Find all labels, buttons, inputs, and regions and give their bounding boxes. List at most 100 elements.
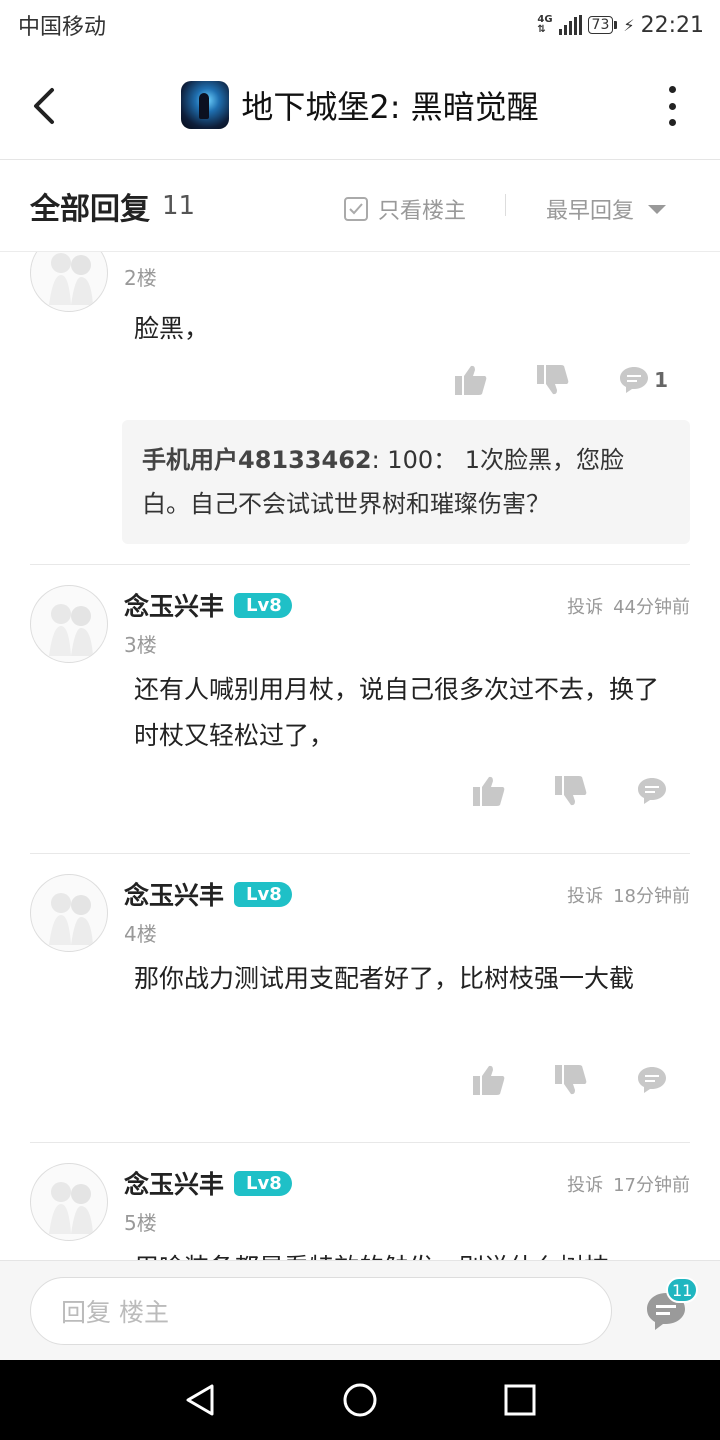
status-icons: 4G ⇅ 73 ⚡ 22:21: [537, 13, 704, 38]
username[interactable]: 念玉兴丰: [124, 587, 224, 623]
reply-actions: [424, 1064, 668, 1096]
status-bar: 中国移动 4G ⇅ 73 ⚡ 22:21: [0, 0, 720, 50]
charging-icon: ⚡: [623, 15, 635, 35]
comment-count-badge: 11: [666, 1277, 699, 1303]
reply-item: 念玉兴丰 Lv8 投诉 44分钟前 3楼 还有人喊别用月杖，说自己很多次过不去，…: [0, 585, 720, 845]
thumbs-down-icon: [555, 776, 587, 806]
level-badge: Lv8: [234, 881, 292, 907]
thumbs-down-icon: [555, 1065, 587, 1095]
floor-label: 5楼: [124, 1211, 157, 1235]
comment-bubble-icon: [620, 367, 649, 393]
reply-divider: [30, 564, 690, 565]
back-arrow-icon: [34, 88, 54, 124]
reply-divider: [30, 1142, 690, 1143]
more-dot-icon: [668, 102, 676, 110]
report-button[interactable]: 投诉: [567, 593, 603, 619]
sort-dropdown[interactable]: 最早回复: [546, 193, 667, 225]
carrier-label: 中国移动: [18, 15, 107, 40]
only-owner-toggle[interactable]: 只看楼主: [344, 193, 466, 225]
like-button[interactable]: [472, 775, 506, 807]
checkbox-icon: [344, 197, 368, 221]
sort-label: 最早回复: [546, 199, 635, 224]
header-divider: [505, 194, 506, 216]
reply-input[interactable]: 回复 楼主: [30, 1277, 612, 1345]
floor-label: 3楼: [124, 633, 157, 657]
reply-list[interactable]: 2楼 脸黑， 1 手机用户48133462: 100： 1次脸黑，您脸白。自己不…: [0, 252, 720, 1260]
avatar[interactable]: [30, 585, 108, 663]
dislike-button[interactable]: [554, 775, 588, 807]
sub-reply-user[interactable]: 手机用户48133462: [142, 446, 372, 474]
report-button[interactable]: 投诉: [567, 1171, 603, 1197]
user-info: 念玉兴丰 Lv8: [124, 876, 292, 912]
more-dot-icon: [668, 119, 676, 126]
network-type-icon: 4G ⇅: [537, 14, 553, 35]
reply-actions: 1: [406, 364, 668, 396]
username[interactable]: 念玉兴丰: [124, 1165, 224, 1201]
avatar-image-icon: [49, 253, 93, 305]
reply-item: 2楼 脸黑， 1 手机用户48133462: 100： 1次脸黑，您脸白。自己不…: [0, 252, 720, 572]
username[interactable]: 念玉兴丰: [124, 876, 224, 912]
all-replies-title: 全部回复: [30, 191, 150, 227]
more-dot-icon: [668, 86, 676, 93]
comment-bubble-icon: [638, 778, 666, 804]
reply-time: 18分钟前: [613, 886, 690, 907]
home-nav-icon[interactable]: [343, 1383, 377, 1417]
reply-meta: 投诉 17分钟前: [567, 1171, 690, 1197]
reply-item: 念玉兴丰 Lv8 投诉 17分钟前 5楼 用啥装备都是看特效的触发，别说什么树枝: [0, 1163, 720, 1260]
like-button[interactable]: [454, 364, 488, 396]
clock: 22:21: [640, 12, 704, 38]
avatar[interactable]: [30, 874, 108, 952]
avatar-image-icon: [49, 893, 93, 945]
back-nav-icon[interactable]: [186, 1384, 214, 1416]
comment-button[interactable]: [636, 776, 668, 806]
user-info: 念玉兴丰 Lv8: [124, 1165, 292, 1201]
reply-header: 全部回复 11 只看楼主 最早回复: [0, 160, 720, 252]
reply-time: 17分钟前: [613, 1175, 690, 1196]
thumbs-up-icon: [473, 1065, 505, 1095]
avatar[interactable]: [30, 252, 108, 312]
reply-meta: 投诉 44分钟前: [567, 593, 690, 619]
report-button[interactable]: 投诉: [567, 882, 603, 908]
battery-level: 73: [587, 16, 614, 34]
floor-label: 2楼: [124, 266, 157, 290]
recents-nav-icon[interactable]: [504, 1384, 536, 1416]
reply-text: 那你战力测试用支配者好了，比树枝强一大截: [134, 964, 635, 993]
reply-count: 11: [162, 190, 196, 221]
reply-text: 用啥装备都是看特效的触发，别说什么树枝: [134, 1245, 674, 1260]
reply-bar: 回复 楼主 11: [0, 1260, 720, 1360]
battery-icon: 73: [587, 16, 618, 34]
reply-meta: 投诉 18分钟前: [567, 882, 690, 908]
comment-bubble-icon: [638, 1067, 666, 1093]
back-button[interactable]: [28, 86, 64, 126]
thumbs-down-icon: [537, 365, 569, 395]
reply-text: 脸黑，: [134, 314, 210, 343]
caret-down-icon: [648, 204, 667, 214]
comment-count: 1: [654, 368, 668, 392]
signal-icon: [558, 15, 582, 35]
more-options-button[interactable]: [662, 86, 682, 126]
comment-button[interactable]: [636, 1065, 668, 1095]
avatar-image-icon: [49, 604, 93, 656]
dislike-button[interactable]: [554, 1064, 588, 1096]
level-badge: Lv8: [234, 592, 292, 618]
avatar-image-icon: [49, 1182, 93, 1234]
like-button[interactable]: [472, 1064, 506, 1096]
nav-bar: 地下城堡2: 黑暗觉醒: [0, 50, 720, 160]
comment-button[interactable]: 1: [618, 365, 668, 395]
system-nav-bar: [0, 1360, 720, 1440]
reply-text: 还有人喊别用月杖，说自己很多次过不去，换了时杖又轻松过了，: [134, 675, 660, 750]
sub-reply[interactable]: 手机用户48133462: 100： 1次脸黑，您脸白。自己不会试试世界树和璀璨…: [122, 420, 690, 544]
nav-title-group: 地下城堡2: 黑暗觉醒: [181, 80, 539, 129]
game-icon: [181, 80, 230, 129]
dislike-button[interactable]: [536, 364, 570, 396]
reply-time: 44分钟前: [613, 597, 690, 618]
reply-item: 念玉兴丰 Lv8 投诉 18分钟前 4楼 那你战力测试用支配者好了，比树枝强一大…: [0, 874, 720, 1134]
reply-divider: [30, 853, 690, 854]
avatar[interactable]: [30, 1163, 108, 1241]
reply-actions: [424, 775, 668, 807]
thumbs-up-icon: [473, 776, 505, 806]
thumbs-up-icon: [455, 365, 487, 395]
page-title: 地下城堡2: 黑暗觉醒: [241, 87, 539, 126]
floor-label: 4楼: [124, 922, 157, 946]
user-info: 念玉兴丰 Lv8: [124, 587, 292, 623]
